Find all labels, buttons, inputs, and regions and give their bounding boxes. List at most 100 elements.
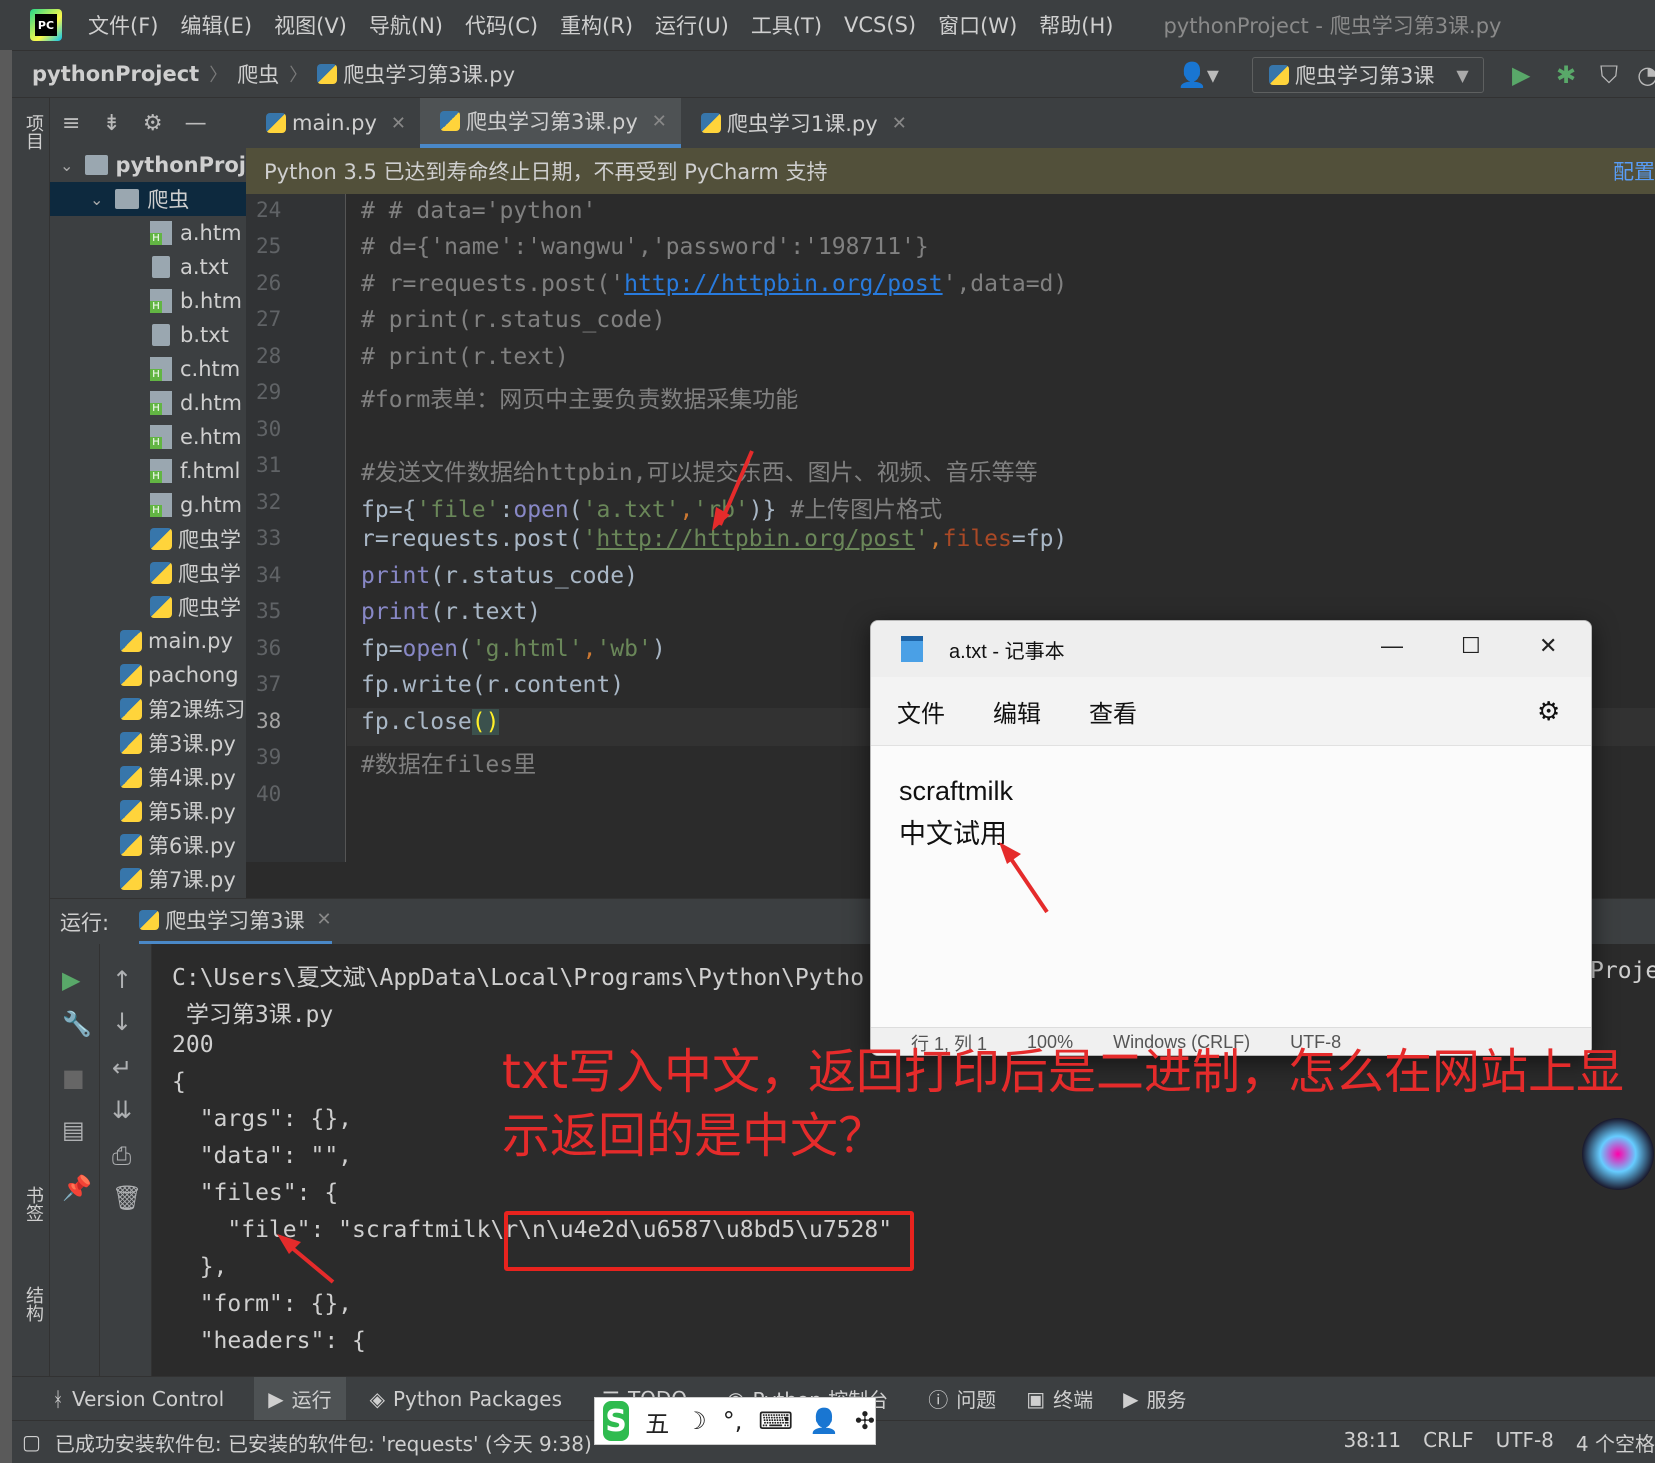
user-icon[interactable]: 👤▾ [1177,61,1219,89]
menu-refactor[interactable]: 重构(R) [560,10,633,40]
breadcrumb-file[interactable]: 爬虫学习第3课.py [343,59,515,89]
soft-wrap-icon[interactable]: ↵ [112,1054,132,1082]
maximize-icon[interactable]: ☐ [1461,633,1481,659]
rerun-icon[interactable]: ▶ [62,966,80,994]
tree-file[interactable]: pachong [50,658,246,692]
trash-icon[interactable]: 🗑 [112,1184,142,1212]
run-icon[interactable]: ▶ [1512,61,1530,89]
close-icon[interactable]: ✕ [391,113,406,134]
tree-file[interactable]: 第7课.py [50,862,246,896]
arrow-down-icon[interactable]: ↓ [112,1008,132,1036]
close-icon[interactable]: ✕ [316,909,331,930]
tree-file[interactable]: 爬虫学 [50,556,246,590]
tree-file[interactable]: e.htm [50,420,246,454]
menu-code[interactable]: 代码(C) [465,10,538,40]
ime-logo[interactable]: S [603,1401,630,1441]
tree-file[interactable]: 第3课.py [50,726,246,760]
menu-window[interactable]: 窗口(W) [938,10,1017,40]
menu-run[interactable]: 运行(U) [655,10,729,40]
tool-terminal[interactable]: ▣ 终端 [1026,1384,1093,1413]
punctuation-icon[interactable]: °, [723,1407,743,1435]
code-url[interactable]: http://httpbin.org/post [624,271,943,297]
profile-icon[interactable]: ◔ [1637,61,1655,89]
arrow-up-icon[interactable]: ↑ [112,966,132,994]
tree-file[interactable]: c.htm [50,352,246,386]
print-icon[interactable]: ⎙ [112,1142,131,1170]
notepad-menu-view[interactable]: 查看 [1089,694,1137,729]
notepad-menu-file[interactable]: 文件 [897,694,945,729]
run-tab[interactable]: 爬虫学习第3课 ✕ [139,899,332,945]
debug-icon[interactable]: ✱ [1556,61,1576,89]
status-message[interactable]: 已成功安装软件包: 已安装的软件包: 'requests' (今天 9:38) [55,1428,592,1457]
tree-file[interactable]: 第6课.py [50,828,246,862]
minimize-icon[interactable]: — [1381,633,1403,659]
expand-all-icon[interactable]: ≡ [62,111,80,136]
tool-python-packages[interactable]: ◈ Python Packages [370,1387,562,1411]
tab-main[interactable]: main.py ✕ [246,98,420,148]
code-url[interactable]: http://httpbin.org/post [596,526,915,552]
hide-icon[interactable]: — [185,111,207,136]
tree-folder[interactable]: ⌄ 爬虫 [50,182,246,216]
tree-file[interactable]: a.htm [50,216,246,250]
close-icon[interactable]: ✕ [892,113,907,134]
tree-file[interactable]: 第2课练习 [50,692,246,726]
tree-file[interactable]: main.py [50,624,246,658]
tree-file[interactable]: d.htm [50,386,246,420]
project-tool-button[interactable]: 项目 [20,114,46,150]
assistant-orb-icon[interactable] [1582,1118,1654,1190]
configure-link[interactable]: 配置 [1613,156,1655,186]
tree-file[interactable]: f.html [50,454,246,488]
menu-navigate[interactable]: 导航(N) [369,10,443,40]
menu-vcs[interactable]: VCS(S) [844,13,916,37]
breadcrumb-folder[interactable]: 爬虫 [237,59,279,89]
coverage-icon[interactable]: ⛉ [1600,61,1618,89]
user-icon[interactable]: 👤 [809,1407,839,1435]
moon-icon[interactable]: ☽ [685,1407,707,1435]
tab-lesson1[interactable]: 爬虫学习1课.py ✕ [681,98,921,148]
run-configuration-select[interactable]: 爬虫学习第3课 ▼ [1252,57,1484,93]
collapse-all-icon[interactable]: ⇟ [102,111,120,136]
tree-file[interactable]: a.txt [50,250,246,284]
tab-lesson3[interactable]: 爬虫学习第3课.py ✕ [420,98,681,148]
wrench-icon[interactable]: 🔧 [62,1010,92,1038]
tool-version-control[interactable]: ᚼ Version Control [52,1387,224,1411]
tool-problems[interactable]: ⓘ 问题 [928,1384,996,1413]
ime-mode[interactable]: 五 [645,1404,669,1439]
tool-services[interactable]: ▶ 服务 [1123,1384,1186,1413]
gear-icon[interactable]: ⚙ [143,111,163,136]
gear-icon[interactable]: ⚙ [1537,696,1560,727]
layout-toggle-icon[interactable]: ▢ [22,1430,41,1454]
tree-root[interactable]: ⌄ pythonProj [50,148,246,182]
menu-tools[interactable]: 工具(T) [751,10,822,40]
tree-file[interactable]: 爬虫学 [50,590,246,624]
scroll-to-end-icon[interactable]: ⇊ [112,1096,132,1124]
stop-icon[interactable]: ■ [62,1064,85,1092]
layout-icon[interactable]: ▤ [62,1116,85,1144]
grid-icon[interactable]: ✣ [855,1407,875,1435]
line-separator[interactable]: CRLF [1423,1428,1474,1457]
tree-file[interactable]: 第4课.py [50,760,246,794]
structure-tool-button[interactable]: 结构 [20,1286,46,1322]
menu-help[interactable]: 帮助(H) [1039,10,1113,40]
breadcrumb-project[interactable]: pythonProject [32,62,199,86]
tree-file[interactable]: b.htm [50,284,246,318]
close-icon[interactable]: ✕ [1539,633,1557,659]
tree-file[interactable]: 爬虫学 [50,522,246,556]
close-icon[interactable]: ✕ [652,111,667,132]
caret-position[interactable]: 38:11 [1343,1428,1401,1457]
keyboard-icon[interactable]: ⌨ [758,1407,793,1435]
tool-run[interactable]: ▶ 运行 [254,1376,346,1421]
notepad-menu-edit[interactable]: 编辑 [993,694,1041,729]
file-encoding[interactable]: UTF-8 [1496,1428,1554,1457]
bookmarks-tool-button[interactable]: 书签 [20,1186,46,1222]
menu-view[interactable]: 视图(V) [274,10,347,40]
tree-file[interactable]: g.htm [50,488,246,522]
console-line: "args": {}, [172,1106,353,1132]
notepad-text-area[interactable]: scraftmilk 中文试用 [871,745,1591,1027]
menu-file[interactable]: 文件(F) [88,10,158,40]
menu-edit[interactable]: 编辑(E) [180,10,252,40]
tree-file[interactable]: 第5课.py [50,794,246,828]
pin-icon[interactable]: 📌 [62,1174,92,1202]
tree-file[interactable]: b.txt [50,318,246,352]
indent-setting[interactable]: 4 个空格 [1576,1428,1655,1457]
